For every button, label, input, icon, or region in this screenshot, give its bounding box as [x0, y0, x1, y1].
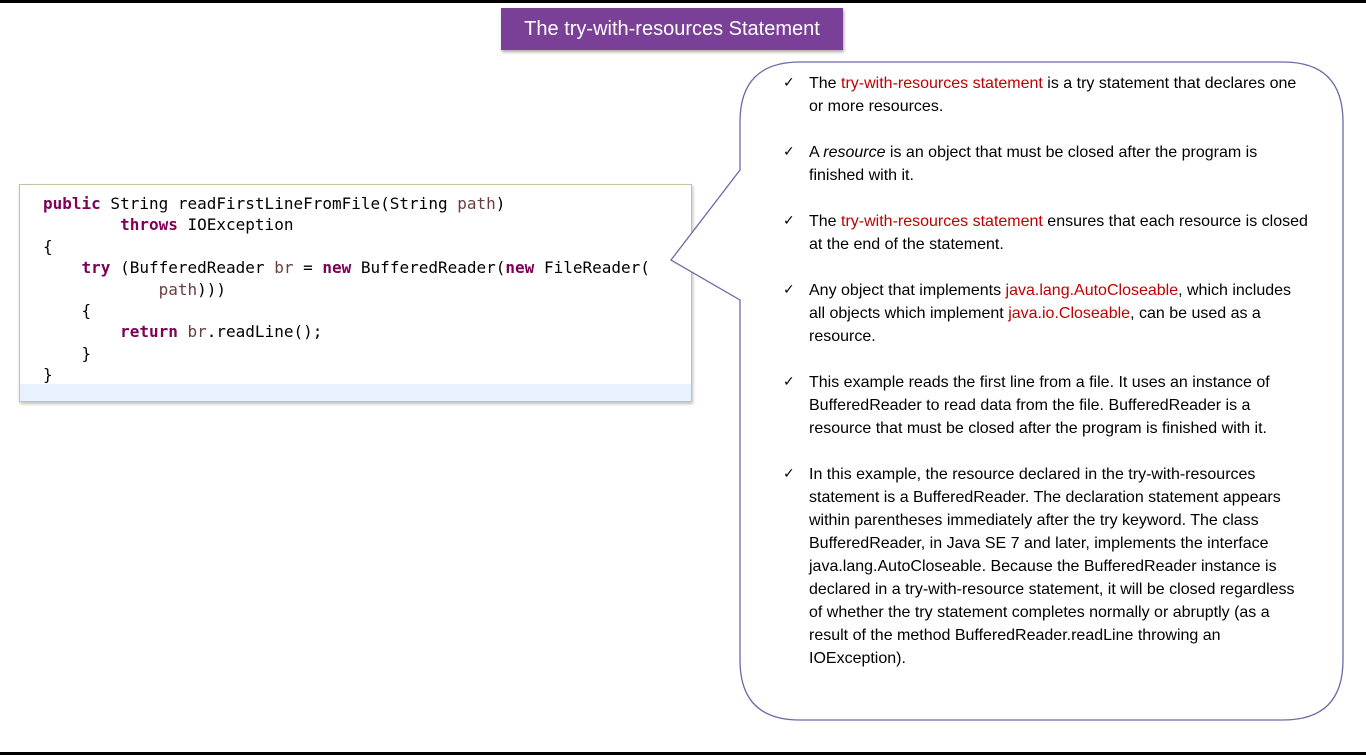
highlighted-term: java.lang.AutoCloseable	[1005, 282, 1179, 299]
checkmark-icon: ✓	[783, 466, 795, 482]
checkmark-icon: ✓	[783, 374, 795, 390]
note-item: ✓ This example reads the first line from …	[783, 371, 1308, 440]
checkmark-icon: ✓	[783, 75, 795, 91]
note-text: In this example, the resource declared i…	[809, 463, 1308, 670]
notes-list: ✓ The try-with-resources statement is a t…	[783, 72, 1308, 693]
note-item: ✓ Any object that implements java.lang.Au…	[783, 279, 1308, 348]
highlighted-term: try-with-resources statement	[841, 75, 1043, 92]
note-text: A resource is an object that must be clo…	[809, 141, 1308, 187]
note-text: This example reads the first line from a…	[809, 371, 1308, 440]
note-text-segment: The	[809, 213, 842, 230]
checkmark-icon: ✓	[783, 144, 795, 160]
note-text-segment: A	[809, 144, 824, 161]
note-text-segment: The	[809, 75, 842, 92]
checkmark-icon: ✓	[783, 213, 795, 229]
bottom-border	[0, 752, 1366, 755]
note-text-segment: Any object that implements	[809, 282, 1006, 299]
note-text: The try-with-resources statement ensures…	[809, 210, 1308, 256]
note-text-segment: In this example, the resource declared i…	[809, 466, 1295, 667]
note-item: ✓ The try-with-resources statement is a t…	[783, 72, 1308, 118]
highlighted-term: try-with-resources statement	[841, 213, 1043, 230]
note-text-segment: This example reads the first line from a…	[809, 374, 1270, 437]
note-item: ✓ The try-with-resources statement ensure…	[783, 210, 1308, 256]
emphasized-term: resource	[823, 144, 886, 161]
checkmark-icon: ✓	[783, 282, 795, 298]
note-text: The try-with-resources statement is a tr…	[809, 72, 1308, 118]
note-item: ✓ In this example, the resource declared …	[783, 463, 1308, 670]
note-item: ✓ A resource is an object that must be cl…	[783, 141, 1308, 187]
highlighted-term: java.io.Closeable	[1008, 305, 1131, 322]
note-text: Any object that implements java.lang.Aut…	[809, 279, 1308, 348]
